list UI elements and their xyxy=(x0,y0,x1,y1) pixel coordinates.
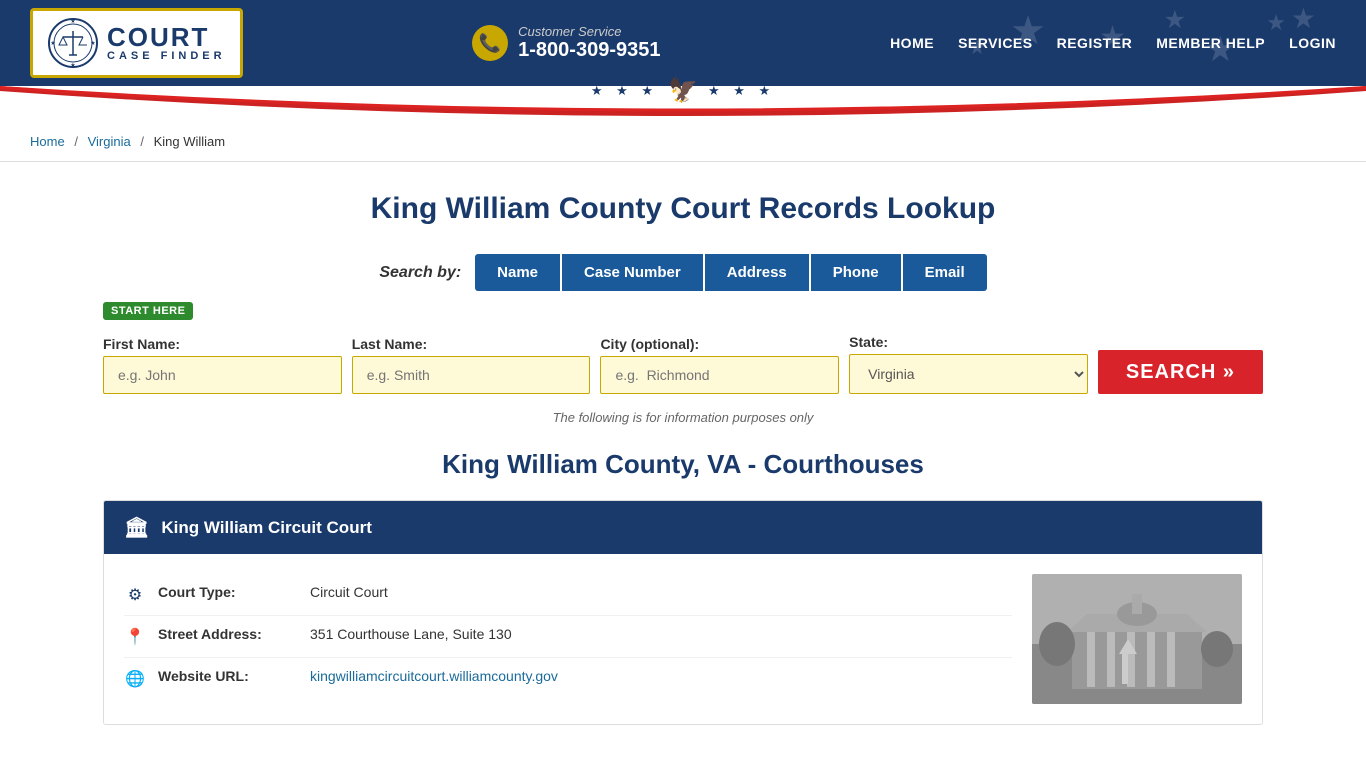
state-group: State: Virginia Alabama Alaska Arizona C… xyxy=(849,334,1088,394)
phone-icon: 📞 xyxy=(472,25,508,61)
search-by-label: Search by: xyxy=(379,264,461,282)
court-type-value: Circuit Court xyxy=(310,584,388,600)
courthouse-name: King William Circuit Court xyxy=(161,518,371,538)
right-stars: ★ ★ ★ xyxy=(708,83,775,99)
city-label: City (optional): xyxy=(600,336,839,352)
info-note: The following is for information purpose… xyxy=(103,410,1263,425)
search-form: First Name: Last Name: City (optional): … xyxy=(103,334,1263,394)
website-row: 🌐 Website URL: kingwilliamcircuitcourt.w… xyxy=(124,658,1012,699)
tab-address[interactable]: Address xyxy=(705,254,809,291)
eagle-icon: 🦅 xyxy=(668,76,698,105)
breadcrumb-sep-1: / xyxy=(74,134,78,149)
cs-text: Customer Service 1-800-309-9351 xyxy=(518,24,660,62)
last-name-input[interactable] xyxy=(352,356,591,394)
city-input[interactable] xyxy=(600,356,839,394)
site-header: ★ ★ ★ ★ ★ ★ ★ ★ ★ ★ ★ xyxy=(0,0,1366,122)
nav-services[interactable]: SERVICES xyxy=(958,35,1033,51)
first-name-group: First Name: xyxy=(103,336,342,394)
search-button[interactable]: SEARCH » xyxy=(1098,350,1263,394)
address-row: 📍 Street Address: 351 Courthouse Lane, S… xyxy=(124,616,1012,658)
last-name-group: Last Name: xyxy=(352,336,591,394)
main-nav: HOME SERVICES REGISTER MEMBER HELP LOGIN xyxy=(890,35,1336,51)
state-label: State: xyxy=(849,334,1088,350)
logo-emblem-icon: ★ ★ ★ ★ xyxy=(47,17,99,69)
first-name-label: First Name: xyxy=(103,336,342,352)
tab-phone[interactable]: Phone xyxy=(811,254,901,291)
breadcrumb-sep-2: / xyxy=(140,134,144,149)
customer-service: 📞 Customer Service 1-800-309-9351 xyxy=(472,24,660,62)
search-by-row: Search by: Name Case Number Address Phon… xyxy=(103,254,1263,291)
court-type-row: ⚙ Court Type: Circuit Court xyxy=(124,574,1012,616)
nav-member-help[interactable]: MEMBER HELP xyxy=(1156,35,1265,51)
courthouses-section-title: King William County, VA - Courthouses xyxy=(103,449,1263,480)
state-select[interactable]: Virginia Alabama Alaska Arizona Californ… xyxy=(849,354,1088,394)
breadcrumb-virginia[interactable]: Virginia xyxy=(88,134,131,149)
logo: ★ ★ ★ ★ COURT CASE FINDER xyxy=(30,8,243,78)
courthouse-card: 🏛 King William Circuit Court ⚙ Court Typ… xyxy=(103,500,1263,725)
courthouse-body: ⚙ Court Type: Circuit Court 📍 Street Add… xyxy=(104,554,1262,724)
courthouse-image xyxy=(1032,574,1242,704)
nav-register[interactable]: REGISTER xyxy=(1057,35,1133,51)
breadcrumb-home[interactable]: Home xyxy=(30,134,65,149)
courthouse-building-icon: 🏛 xyxy=(124,515,149,540)
page-title: King William County Court Records Lookup xyxy=(103,192,1263,226)
svg-text:★: ★ xyxy=(70,18,75,25)
logo-box: ★ ★ ★ ★ COURT CASE FINDER xyxy=(30,8,243,78)
main-content: King William County Court Records Lookup… xyxy=(83,162,1283,775)
courthouse-header: 🏛 King William Circuit Court xyxy=(104,501,1262,554)
address-value: 351 Courthouse Lane, Suite 130 xyxy=(310,626,512,642)
logo-casefinder-label: CASE FINDER xyxy=(107,50,226,62)
svg-text:★: ★ xyxy=(90,40,95,47)
website-value: kingwilliamcircuitcourt.williamcounty.go… xyxy=(310,668,558,684)
first-name-input[interactable] xyxy=(103,356,342,394)
breadcrumb-current: King William xyxy=(154,134,226,149)
start-here-area: START HERE xyxy=(103,301,1263,328)
logo-text: COURT CASE FINDER xyxy=(107,24,226,62)
svg-text:★: ★ xyxy=(70,62,75,69)
breadcrumb: Home / Virginia / King William xyxy=(0,122,1366,162)
cs-label: Customer Service xyxy=(518,24,660,39)
courthouse-info: ⚙ Court Type: Circuit Court 📍 Street Add… xyxy=(124,574,1012,704)
eagle-banner: ★ ★ ★ 🦅 ★ ★ ★ xyxy=(591,76,775,105)
court-type-icon: ⚙ xyxy=(124,585,146,605)
tab-name[interactable]: Name xyxy=(475,254,560,291)
last-name-label: Last Name: xyxy=(352,336,591,352)
address-label: Street Address: xyxy=(158,626,298,642)
courthouse-photo-svg xyxy=(1032,574,1242,704)
nav-login[interactable]: LOGIN xyxy=(1289,35,1336,51)
website-link[interactable]: kingwilliamcircuitcourt.williamcounty.go… xyxy=(310,668,558,684)
start-here-badge: START HERE xyxy=(103,302,193,320)
address-icon: 📍 xyxy=(124,627,146,647)
svg-text:★: ★ xyxy=(50,40,55,47)
website-icon: 🌐 xyxy=(124,669,146,689)
logo-court-label: COURT xyxy=(107,24,226,50)
city-group: City (optional): xyxy=(600,336,839,394)
nav-home[interactable]: HOME xyxy=(890,35,934,51)
website-label: Website URL: xyxy=(158,668,298,684)
cs-phone: 1-800-309-9351 xyxy=(518,39,660,62)
tab-email[interactable]: Email xyxy=(903,254,987,291)
court-type-label: Court Type: xyxy=(158,584,298,600)
tab-case-number[interactable]: Case Number xyxy=(562,254,703,291)
left-stars: ★ ★ ★ xyxy=(591,83,658,99)
